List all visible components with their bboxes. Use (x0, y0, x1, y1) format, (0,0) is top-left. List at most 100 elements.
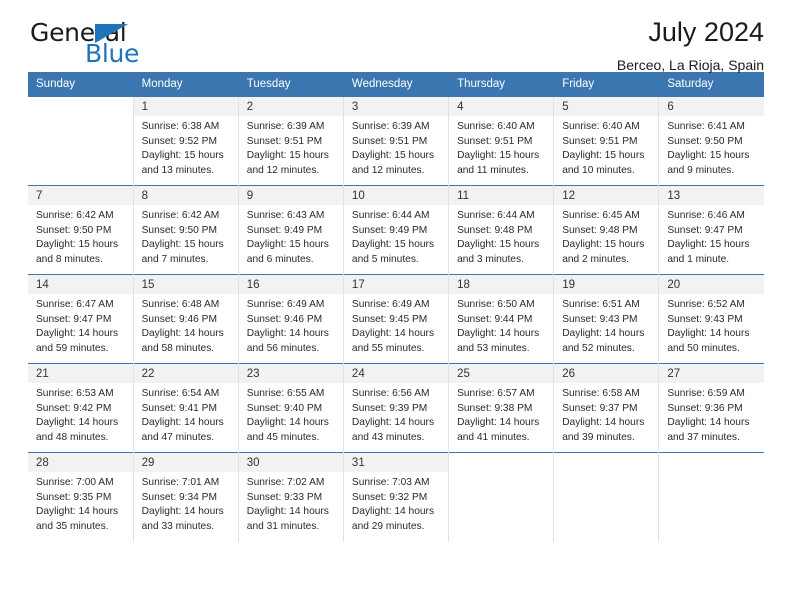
day-sun-info: Sunrise: 7:01 AM Sunset: 9:34 PM Daylight:… (134, 472, 238, 535)
day-sun-info: Sunrise: 7:03 AM Sunset: 9:32 PM Daylight:… (344, 472, 448, 535)
day-number (28, 97, 133, 116)
calendar-day-cell[interactable]: 17 Sunrise: 6:49 AM Sunset: 9:45 PM Dayligh… (343, 274, 450, 364)
sunset-text: Sunset: 9:37 PM (562, 402, 638, 414)
day-sun-info: Sunrise: 6:47 AM Sunset: 9:47 PM Daylight:… (28, 294, 133, 357)
calendar-day-cell[interactable]: 30 Sunrise: 7:02 AM Sunset: 9:33 PM Dayligh… (238, 452, 344, 542)
calendar-day-cell[interactable]: 7 Sunrise: 6:42 AM Sunset: 9:50 PM Daylight… (28, 185, 134, 275)
sunset-text: Sunset: 9:43 PM (562, 313, 638, 325)
day-number: 9 (238, 186, 343, 205)
day-sun-info: Sunrise: 6:51 AM Sunset: 9:43 PM Daylight:… (554, 294, 658, 357)
sunset-text: Sunset: 9:44 PM (457, 313, 533, 325)
calendar-day-cell[interactable]: 29 Sunrise: 7:01 AM Sunset: 9:34 PM Dayligh… (133, 452, 239, 542)
calendar-week-row: 1 Sunrise: 6:38 AM Sunset: 9:52 PM Daylight… (28, 96, 764, 186)
daylight-text-cont: and 12 minutes. (351, 165, 425, 177)
daylight-text: Daylight: 14 hours (667, 417, 750, 429)
sunrise-text: Sunrise: 6:46 AM (667, 210, 745, 221)
sunrise-text: Sunrise: 6:48 AM (141, 299, 220, 310)
weekday-header-monday: Monday (133, 72, 239, 97)
calendar-day-cell[interactable]: 4 Sunrise: 6:40 AM Sunset: 9:51 PM Daylight… (448, 96, 555, 186)
daylight-text: Daylight: 15 hours (351, 150, 435, 162)
calendar-day-cell[interactable]: 27 Sunrise: 6:59 AM Sunset: 9:36 PM Dayligh… (658, 363, 764, 453)
title-block: July 2024 Berceo, La Rioja, Spain (617, 17, 764, 72)
calendar-day-cell[interactable]: 2 Sunrise: 6:39 AM Sunset: 9:51 PM Daylight… (238, 96, 344, 186)
sunrise-text: Sunrise: 6:39 AM (351, 121, 430, 132)
daylight-text: Daylight: 14 hours (141, 417, 224, 429)
page-title: July 2024 (648, 17, 764, 47)
calendar-day-cell[interactable]: 25 Sunrise: 6:57 AM Sunset: 9:38 PM Dayligh… (448, 363, 555, 453)
day-sun-info: Sunrise: 6:46 AM Sunset: 9:47 PM Daylight:… (659, 205, 764, 268)
daylight-text-cont: and 1 minute. (667, 254, 730, 266)
day-sun-info: Sunrise: 6:57 AM Sunset: 9:38 PM Daylight:… (449, 383, 553, 446)
day-number: 26 (554, 364, 659, 383)
weekday-header-friday: Friday (553, 72, 660, 97)
calendar-day-cell[interactable]: 20 Sunrise: 6:52 AM Sunset: 9:43 PM Dayligh… (658, 274, 764, 364)
sunset-text: Sunset: 9:33 PM (246, 491, 323, 503)
daylight-text: Daylight: 14 hours (36, 328, 119, 340)
sunrise-text: Sunrise: 6:56 AM (351, 388, 430, 399)
general-blue-logo[interactable]: General Blue (28, 18, 158, 70)
calendar-day-cell[interactable]: 5 Sunrise: 6:40 AM Sunset: 9:51 PM Daylight… (553, 96, 660, 186)
calendar-day-cell[interactable]: 21 Sunrise: 6:53 AM Sunset: 9:42 PM Dayligh… (28, 363, 134, 453)
daylight-text: Daylight: 15 hours (141, 150, 224, 162)
month-calendar: Sunday Monday Tuesday Wednesday Thursday… (28, 72, 764, 542)
calendar-day-cell[interactable]: 28 Sunrise: 7:00 AM Sunset: 9:35 PM Dayligh… (28, 452, 134, 542)
daylight-text: Daylight: 14 hours (36, 417, 119, 429)
day-sun-info: Sunrise: 6:41 AM Sunset: 9:50 PM Daylight:… (659, 116, 764, 179)
sunset-text: Sunset: 9:36 PM (667, 402, 743, 414)
sunrise-text: Sunrise: 6:52 AM (667, 299, 745, 310)
daylight-text: Daylight: 14 hours (562, 328, 645, 340)
daylight-text: Daylight: 14 hours (667, 328, 750, 340)
daylight-text: Daylight: 14 hours (141, 328, 224, 340)
daylight-text: Daylight: 15 hours (562, 239, 645, 251)
day-sun-info: Sunrise: 6:49 AM Sunset: 9:45 PM Daylight:… (344, 294, 448, 357)
calendar-day-cell[interactable]: 18 Sunrise: 6:50 AM Sunset: 9:44 PM Dayligh… (448, 274, 555, 364)
calendar-day-cell[interactable]: 11 Sunrise: 6:44 AM Sunset: 9:48 PM Dayligh… (448, 185, 555, 275)
day-sun-info: Sunrise: 6:43 AM Sunset: 9:49 PM Daylight:… (239, 205, 343, 268)
calendar-day-cell[interactable]: 19 Sunrise: 6:51 AM Sunset: 9:43 PM Dayligh… (553, 274, 660, 364)
calendar-day-cell[interactable]: 10 Sunrise: 6:44 AM Sunset: 9:49 PM Dayligh… (343, 185, 450, 275)
calendar-day-cell[interactable]: 14 Sunrise: 6:47 AM Sunset: 9:47 PM Dayligh… (28, 274, 134, 364)
daylight-text-cont: and 47 minutes. (141, 432, 215, 444)
daylight-text-cont: and 3 minutes. (457, 254, 524, 266)
sunset-text: Sunset: 9:46 PM (246, 313, 323, 325)
calendar-day-cell[interactable]: 26 Sunrise: 6:58 AM Sunset: 9:37 PM Dayligh… (553, 363, 660, 453)
calendar-day-cell[interactable]: 13 Sunrise: 6:46 AM Sunset: 9:47 PM Dayligh… (658, 185, 764, 275)
calendar-day-cell[interactable]: 8 Sunrise: 6:42 AM Sunset: 9:50 PM Daylight… (133, 185, 239, 275)
day-number: 3 (343, 97, 449, 116)
calendar-day-cell[interactable]: 9 Sunrise: 6:43 AM Sunset: 9:49 PM Daylight… (238, 185, 344, 275)
day-sun-info: Sunrise: 6:54 AM Sunset: 9:41 PM Daylight:… (134, 383, 238, 446)
day-sun-info: Sunrise: 6:40 AM Sunset: 9:51 PM Daylight:… (449, 116, 553, 179)
day-number: 20 (659, 275, 764, 294)
sunrise-text: Sunrise: 6:40 AM (457, 121, 535, 132)
weekday-header-sunday: Sunday (28, 72, 134, 97)
calendar-day-cell[interactable]: 15 Sunrise: 6:48 AM Sunset: 9:46 PM Dayligh… (133, 274, 239, 364)
calendar-day-cell[interactable]: 22 Sunrise: 6:54 AM Sunset: 9:41 PM Dayligh… (133, 363, 239, 453)
day-number: 27 (659, 364, 764, 383)
calendar-day-cell[interactable]: 23 Sunrise: 6:55 AM Sunset: 9:40 PM Dayligh… (238, 363, 344, 453)
calendar-day-cell[interactable]: 12 Sunrise: 6:45 AM Sunset: 9:48 PM Dayligh… (553, 185, 660, 275)
sunset-text: Sunset: 9:47 PM (36, 313, 112, 325)
sunset-text: Sunset: 9:40 PM (246, 402, 323, 414)
sunset-text: Sunset: 9:39 PM (351, 402, 428, 414)
calendar-day-cell[interactable]: 3 Sunrise: 6:39 AM Sunset: 9:51 PM Daylight… (343, 96, 450, 186)
sunset-text: Sunset: 9:47 PM (667, 224, 743, 236)
daylight-text-cont: and 56 minutes. (246, 343, 320, 355)
day-sun-info: Sunrise: 6:38 AM Sunset: 9:52 PM Daylight:… (134, 116, 238, 179)
calendar-day-cell[interactable]: 16 Sunrise: 6:49 AM Sunset: 9:46 PM Dayligh… (238, 274, 344, 364)
sunset-text: Sunset: 9:32 PM (351, 491, 428, 503)
daylight-text-cont: and 35 minutes. (36, 521, 109, 533)
calendar-day-cell[interactable]: 6 Sunrise: 6:41 AM Sunset: 9:50 PM Daylight… (658, 96, 764, 186)
day-sun-info: Sunrise: 6:53 AM Sunset: 9:42 PM Daylight:… (28, 383, 133, 446)
calendar-day-cell[interactable]: 31 Sunrise: 7:03 AM Sunset: 9:32 PM Dayligh… (343, 452, 450, 542)
day-sun-info: Sunrise: 6:49 AM Sunset: 9:46 PM Daylight:… (239, 294, 343, 357)
daylight-text-cont: and 48 minutes. (36, 432, 109, 444)
day-sun-info: Sunrise: 6:55 AM Sunset: 9:40 PM Daylight:… (239, 383, 343, 446)
sunset-text: Sunset: 9:35 PM (36, 491, 112, 503)
day-number (659, 453, 764, 472)
day-sun-info: Sunrise: 6:59 AM Sunset: 9:36 PM Daylight:… (659, 383, 764, 446)
calendar-day-cell[interactable]: 1 Sunrise: 6:38 AM Sunset: 9:52 PM Daylight… (133, 96, 239, 186)
daylight-text: Daylight: 15 hours (667, 150, 750, 162)
sunrise-text: Sunrise: 6:44 AM (457, 210, 535, 221)
calendar-day-cell[interactable]: 24 Sunrise: 6:56 AM Sunset: 9:39 PM Dayligh… (343, 363, 450, 453)
sunrise-text: Sunrise: 6:39 AM (246, 121, 325, 132)
